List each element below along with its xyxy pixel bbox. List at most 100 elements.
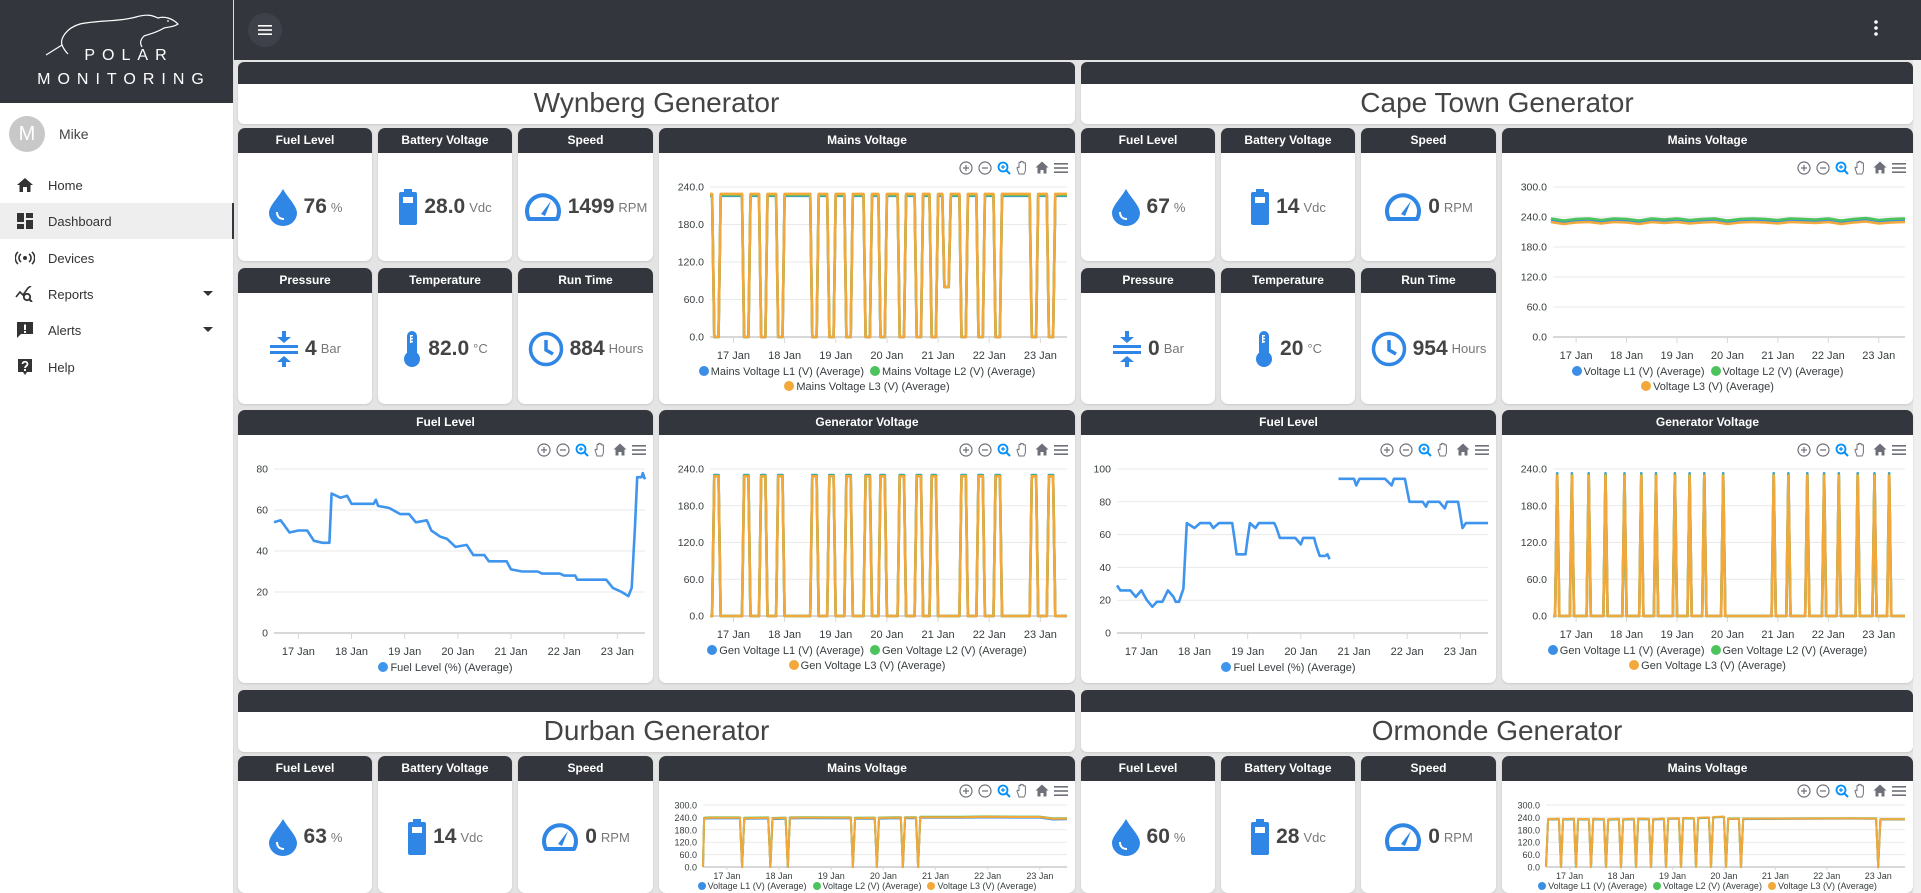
x-tick-label: 22 Jan: [548, 646, 581, 658]
card-body: 0.0 60.0 120.0 180.0 240.0 300.0 17 Jan 18 Jan 1…: [1502, 781, 1913, 893]
sidebar-item-label: Reports: [48, 286, 94, 302]
y-tick-label: 240.0: [674, 813, 697, 823]
stat-unit: %: [1173, 829, 1186, 845]
chart-card-fuel: Fuel Level 0 20 40 60 80 17 Jan 18 Jan 19 Jan 20 …: [238, 410, 653, 683]
legend-item[interactable]: Gen Voltage L1 (V) (Average): [1547, 644, 1705, 659]
stat-unit: RPM: [1443, 199, 1473, 215]
logo[interactable]: POLAR MONITORING: [0, 0, 233, 103]
card-body: 20 °C: [1221, 293, 1355, 404]
sidebar-item-help[interactable]: Help: [0, 349, 234, 385]
chart-plot[interactable]: 0 20 40 60 80 100 17 Jan 18 Jan 19 Jan 20 Jan 21 J…: [1081, 435, 1496, 683]
legend-label: Mains Voltage L1 (V) (Average): [710, 366, 864, 378]
legend-item[interactable]: Gen Voltage L3 (V) (Average): [788, 659, 945, 674]
menu-toggle-button[interactable]: [248, 13, 282, 47]
y-tick-label: 60.0: [679, 850, 697, 860]
series-line-l3: [1553, 474, 1905, 618]
legend-item[interactable]: Mains Voltage L2 (V) (Average): [870, 365, 1035, 380]
sidebar-item-home[interactable]: Home: [0, 167, 234, 203]
x-tick-label: 22 Jan: [974, 871, 1001, 881]
x-tick-label: 19 Jan: [1231, 646, 1264, 658]
legend-item[interactable]: Voltage L1 (V) (Average): [1571, 365, 1705, 380]
x-tick-label: 19 Jan: [1660, 350, 1693, 362]
sidebar-item-alerts[interactable]: Alerts: [0, 312, 234, 348]
y-tick-label: 180.0: [1521, 242, 1547, 254]
legend-item[interactable]: Mains Voltage L1 (V) (Average): [698, 365, 864, 380]
stat-card-fuel-level: Fuel Level 60%: [1081, 756, 1215, 893]
legend-item[interactable]: Voltage L2 (V) (Average): [1653, 881, 1762, 892]
legend-label: Voltage L1 (V) (Average): [1548, 881, 1648, 891]
panel-header-bar: [1081, 62, 1913, 84]
legend-item[interactable]: Fuel Level (%) (Average): [1221, 661, 1356, 676]
series-line-l1: [710, 194, 1067, 339]
caret-down-icon[interactable]: [203, 291, 213, 296]
sidebar-item-reports[interactable]: Reports: [0, 276, 234, 312]
card-title: Battery Voltage: [1221, 756, 1355, 781]
thermometer-icon: [1254, 330, 1274, 368]
legend-marker-icon: [927, 882, 936, 890]
legend-label: Fuel Level (%) (Average): [1233, 662, 1356, 674]
y-tick-label: 240.0: [1517, 813, 1540, 823]
x-tick-label: 21 Jan: [922, 871, 949, 881]
legend-label: Voltage L3 (V) (Average): [1653, 381, 1774, 393]
gauge-icon: [524, 192, 562, 222]
x-tick-label: 21 Jan: [494, 646, 527, 658]
legend-marker-icon: [870, 645, 880, 655]
x-tick-label: 22 Jan: [1391, 646, 1424, 658]
sidebar-item-devices[interactable]: Devices: [0, 240, 234, 276]
x-tick-label: 17 Jan: [717, 350, 750, 362]
card-body: 0.0 60.0 120.0 180.0 240.0 300.0 17 Jan 18 Jan 1…: [659, 781, 1075, 893]
chart-plot[interactable]: 0 20 40 60 80 17 Jan 18 Jan 19 Jan 20 Jan 21 Jan 2…: [238, 435, 653, 683]
stat-card-speed: Speed 1499 RPM: [518, 128, 653, 261]
card-title: Run Time: [518, 268, 653, 293]
generator-panel-wynberg-generator: Wynberg Generator Fuel Level 76% Battery Vo…: [238, 62, 1075, 683]
x-tick-label: 22 Jan: [1812, 350, 1845, 362]
user-profile[interactable]: M Mike: [9, 116, 89, 152]
x-tick-label: 18 Jan: [768, 350, 801, 362]
legend-item[interactable]: Gen Voltage L1 (V) (Average): [707, 644, 864, 659]
stat-card-fuel-level: Fuel Level 76%: [238, 128, 372, 261]
caret-down-icon[interactable]: [203, 327, 213, 332]
x-tick-label: 17 Jan: [1560, 350, 1593, 362]
chart-legend: Gen Voltage L1 (V) (Average) Gen Voltage …: [1502, 644, 1913, 674]
legend-item[interactable]: Voltage L3 (V) (Average): [927, 881, 1036, 892]
more-options-button[interactable]: [1869, 16, 1883, 44]
y-tick-label: 120.0: [1521, 537, 1547, 549]
legend-item[interactable]: Voltage L1 (V) (Average): [697, 881, 807, 892]
legend-item[interactable]: Fuel Level (%) (Average): [378, 661, 513, 676]
legend-item[interactable]: Voltage L2 (V) (Average): [812, 881, 921, 892]
page-scrollbar[interactable]: [1913, 60, 1921, 893]
legend-item[interactable]: Voltage L1 (V) (Average): [1538, 881, 1647, 892]
sidebar-item-dashboard[interactable]: Dashboard: [0, 203, 234, 239]
stat-card-battery-voltage: Battery Voltage 14 Vdc: [378, 756, 512, 893]
legend-item[interactable]: Voltage L3 (V) (Average): [1641, 380, 1774, 395]
card-title: Fuel Level: [1081, 410, 1496, 435]
x-tick-label: 19 Jan: [1659, 871, 1686, 881]
legend-item[interactable]: Gen Voltage L2 (V) (Average): [870, 644, 1027, 659]
y-tick-label: 300.0: [1521, 182, 1547, 194]
legend-item[interactable]: Voltage L3 (V) (Average): [1767, 881, 1877, 892]
x-tick-label: 18 Jan: [1607, 871, 1634, 881]
x-tick-label: 20 Jan: [1284, 646, 1317, 658]
y-tick-label: 180.0: [674, 825, 697, 835]
card-body: 63%: [238, 781, 372, 893]
x-tick-label: 20 Jan: [441, 646, 474, 658]
x-tick-label: 18 Jan: [1178, 646, 1211, 658]
card-body: 0 RPM: [1361, 153, 1496, 261]
legend-item[interactable]: Voltage L2 (V) (Average): [1710, 365, 1843, 380]
drop-icon: [268, 818, 298, 856]
stat-unit: RPM: [1443, 829, 1473, 845]
y-tick-label: 60.0: [684, 574, 705, 586]
stat-card-pressure: Pressure 0 Bar: [1081, 268, 1215, 404]
chart-plot[interactable]: 0.0 60.0 120.0 180.0 240.0 300.0 17 Jan 18 Jan 1…: [1502, 781, 1913, 893]
chart-plot[interactable]: 0.0 60.0 120.0 180.0 240.0 300.0 17 Jan 18 Jan 1…: [659, 781, 1075, 893]
x-tick-label: 22 Jan: [973, 350, 1006, 362]
panel-header-bar: [1081, 690, 1913, 712]
stat-card-battery-voltage: Battery Voltage 28.0 Vdc: [378, 128, 512, 261]
x-tick-label: 19 Jan: [1660, 629, 1693, 641]
stat-value: 14: [433, 825, 457, 848]
legend-item[interactable]: Gen Voltage L3 (V) (Average): [1629, 659, 1786, 674]
y-tick-label: 120.0: [678, 537, 704, 549]
legend-item[interactable]: Mains Voltage L3 (V) (Average): [784, 380, 950, 395]
legend-item[interactable]: Gen Voltage L2 (V) (Average): [1710, 644, 1867, 659]
y-tick-label: 40: [256, 546, 268, 558]
